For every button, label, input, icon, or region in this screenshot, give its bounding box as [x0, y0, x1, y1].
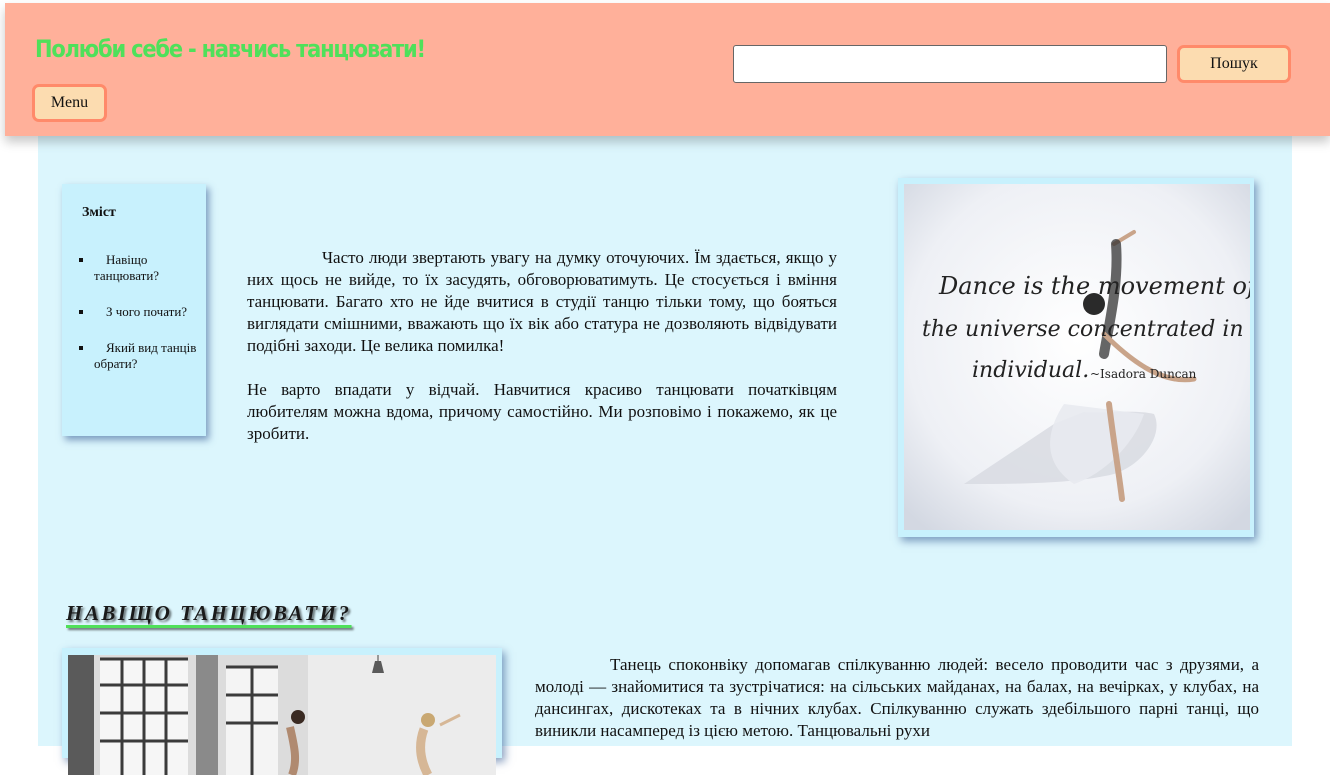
toc-list: Навіщо танцювати? З чого почати? Який ви…: [62, 252, 206, 392]
quote-line-3: individual.: [972, 358, 1089, 383]
search-button[interactable]: Пошук: [1177, 45, 1291, 83]
toc-link-why-dance[interactable]: Навіщо танцювати?: [94, 252, 159, 283]
section-heading-why-dance: НАВІЩО ТАНЦЮВАТИ?: [66, 601, 352, 625]
toc-item-which-dance: Який вид танців обрати?: [94, 340, 206, 372]
section-paragraph-why-dance: Танець споконвіку допомагав спілкуванню …: [535, 655, 1259, 740]
main-content: Зміст Навіщо танцювати? З чого почати? Я…: [38, 136, 1292, 775]
dance-class-image-frame: [62, 648, 502, 775]
quote-line-2: the universe concentrated in an: [922, 317, 1250, 342]
toc-item-why-dance: Навіщо танцювати?: [94, 252, 206, 284]
quote-line-1: Dance is the movement of: [938, 272, 1250, 300]
toc-item-where-start: З чого почати?: [94, 304, 206, 320]
search-input[interactable]: [733, 45, 1167, 83]
toc-link-where-start[interactable]: З чого почати?: [106, 304, 187, 319]
intro-text: Часто люди звертають увагу на думку оточ…: [247, 247, 837, 445]
toc-title: Зміст: [82, 205, 116, 220]
quote-author: ~Isadora Duncan: [1090, 367, 1197, 381]
dance-quote-image-frame: Dance is the movement of the universe co…: [898, 178, 1254, 537]
dance-class-photo: [68, 655, 496, 775]
site-header: Полюби себе - навчись танцювати! Menu По…: [5, 3, 1330, 136]
menu-button[interactable]: Menu: [32, 84, 107, 122]
toc-link-which-dance[interactable]: Який вид танців обрати?: [94, 340, 196, 371]
table-of-contents: Зміст Навіщо танцювати? З чого почати? Я…: [62, 184, 206, 436]
intro-paragraph-2: Не варто впадати у відчай. Навчитися кра…: [247, 380, 837, 443]
site-title: Полюби себе - навчись танцювати!: [35, 35, 426, 63]
dance-quote-image: Dance is the movement of the universe co…: [904, 184, 1250, 530]
intro-paragraph-1: Часто люди звертають увагу на думку оточ…: [247, 248, 837, 355]
